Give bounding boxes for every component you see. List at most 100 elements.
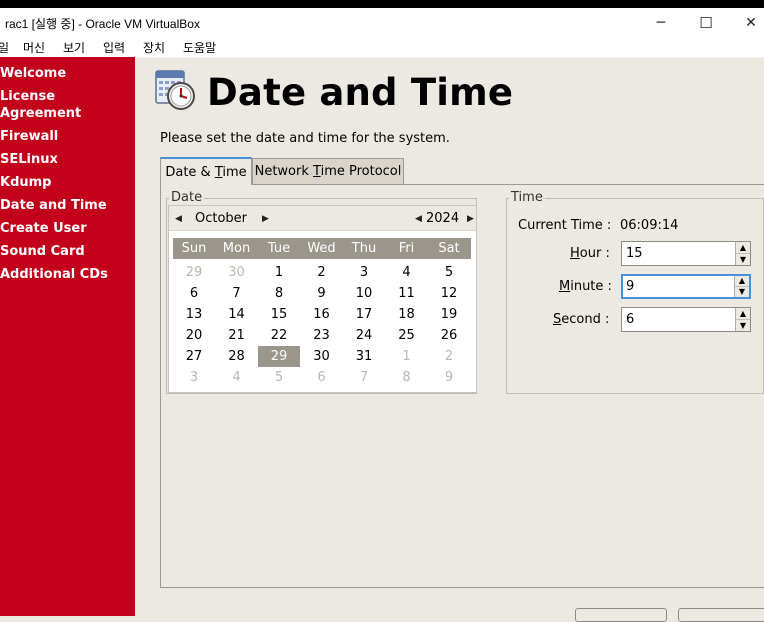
page-subtitle: Please set the date and time for the sys… <box>160 131 450 146</box>
calendar-day[interactable]: 8 <box>386 367 428 388</box>
hour-spin-buttons: ▲ ▼ <box>735 242 750 265</box>
calendar-day[interactable]: 1 <box>386 346 428 367</box>
prev-month-icon[interactable]: ◀ <box>175 214 182 224</box>
calendar-day[interactable]: 18 <box>386 304 428 325</box>
calendar-day[interactable]: 3 <box>173 367 215 388</box>
weekday-label: Sat <box>438 241 460 256</box>
calendar-day[interactable]: 30 <box>301 346 343 367</box>
tab-date-and-time[interactable]: Date & Time <box>160 157 252 185</box>
step-license-agreement: License Agreement <box>0 89 82 121</box>
second-decrement-icon[interactable]: ▼ <box>736 320 750 331</box>
calendar-day[interactable]: 14 <box>216 304 258 325</box>
step-additional-cds: Additional CDs <box>0 267 108 282</box>
calendar-day[interactable]: 31 <box>343 346 385 367</box>
calendar-day[interactable]: 17 <box>343 304 385 325</box>
minimize-button[interactable]: ─ <box>652 15 670 31</box>
calendar-day[interactable]: 19 <box>428 304 470 325</box>
calendar-day[interactable]: 28 <box>216 346 258 367</box>
calendar-day[interactable]: 30 <box>216 262 258 283</box>
tab-label-pre: Date & <box>165 165 215 180</box>
second-increment-icon[interactable]: ▲ <box>736 308 750 320</box>
calendar-day[interactable]: 4 <box>216 367 258 388</box>
back-button[interactable] <box>575 608 667 622</box>
calendar-day[interactable]: 26 <box>428 325 470 346</box>
calendar-day[interactable]: 16 <box>301 304 343 325</box>
minute-value: 9 <box>626 279 635 294</box>
next-month-icon[interactable]: ▶ <box>262 214 269 224</box>
weekday-label: Mon <box>222 241 251 256</box>
minute-decrement-icon[interactable]: ▼ <box>735 287 749 297</box>
calendar-day[interactable]: 7 <box>343 367 385 388</box>
minute-spin-buttons: ▲ ▼ <box>734 276 749 297</box>
current-time-label: Current Time : <box>518 218 612 233</box>
calendar-day[interactable]: 2 <box>301 262 343 283</box>
calendar-day[interactable]: 7 <box>216 283 258 304</box>
calendar-nav: ◀ October ▶ ◀ 2024 ▶ <box>169 206 476 231</box>
calendar-day[interactable]: 4 <box>386 262 428 283</box>
minute-spinbox[interactable]: 9 ▲ ▼ <box>621 274 751 299</box>
weekday-label: Tue <box>267 241 291 256</box>
step-sound-card: Sound Card <box>0 244 85 259</box>
screen-top-edge <box>0 0 764 8</box>
weekday-label: Thu <box>351 241 377 256</box>
calendar-day[interactable]: 20 <box>173 325 215 346</box>
calendar-day[interactable]: 5 <box>258 367 300 388</box>
calendar-day[interactable]: 21 <box>216 325 258 346</box>
hour-increment-icon[interactable]: ▲ <box>736 242 750 254</box>
step-kdump: Kdump <box>0 175 52 190</box>
calendar-day-selected[interactable]: 29 <box>258 346 300 367</box>
tab-network-time-protocol[interactable]: Network Time Protocol <box>252 158 404 184</box>
menu-item-help[interactable]: 도움말 <box>183 39 216 56</box>
prev-year-icon[interactable]: ◀ <box>415 214 422 224</box>
menu-item-devices[interactable]: 장치 <box>143 39 165 56</box>
calendar-day[interactable]: 8 <box>258 283 300 304</box>
hour-label: Hour : <box>570 246 610 261</box>
calendar-day[interactable]: 1 <box>258 262 300 283</box>
weekday-header: Sun Mon Tue Wed Thu Fri Sat <box>173 238 471 259</box>
calendar-day[interactable]: 5 <box>428 262 470 283</box>
calendar-day[interactable]: 29 <box>173 262 215 283</box>
weekday-label: Sun <box>181 241 207 256</box>
hour-decrement-icon[interactable]: ▼ <box>736 254 750 265</box>
menu-item-file[interactable]: 일 <box>0 39 9 56</box>
step-create-user: Create User <box>0 221 87 236</box>
menu-item-input[interactable]: 입력 <box>103 39 125 56</box>
calendar-day[interactable]: 22 <box>258 325 300 346</box>
second-label: Second : <box>553 312 609 327</box>
calendar-day[interactable]: 11 <box>386 283 428 304</box>
calendar-day[interactable]: 9 <box>301 283 343 304</box>
calendar-day[interactable]: 25 <box>386 325 428 346</box>
calendar-year: 2024 <box>426 211 460 226</box>
calendar-day[interactable]: 9 <box>428 367 470 388</box>
menu-item-view[interactable]: 보기 <box>63 39 85 56</box>
current-time-value: 06:09:14 <box>620 218 679 233</box>
minute-increment-icon[interactable]: ▲ <box>735 276 749 287</box>
hour-mnemonic: H <box>570 246 580 261</box>
hour-spinbox[interactable]: 15 ▲ ▼ <box>621 241 751 266</box>
weekday-label: Wed <box>307 241 336 256</box>
next-year-icon[interactable]: ▶ <box>467 214 474 224</box>
calendar-day[interactable]: 12 <box>428 283 470 304</box>
calendar-day[interactable]: 27 <box>173 346 215 367</box>
calendar-day[interactable]: 10 <box>343 283 385 304</box>
menu-item-machine[interactable]: 머신 <box>23 39 45 56</box>
calendar[interactable]: ◀ October ▶ ◀ 2024 ▶ Sun Mon Tue Wed Thu Fri S… <box>168 205 477 393</box>
hour-value: 15 <box>626 246 643 261</box>
calendar-day[interactable]: 13 <box>173 304 215 325</box>
step-date-and-time: Date and Time <box>0 198 107 213</box>
calendar-day[interactable]: 2 <box>428 346 470 367</box>
calendar-day[interactable]: 6 <box>173 283 215 304</box>
calendar-day[interactable]: 15 <box>258 304 300 325</box>
calendar-day[interactable]: 6 <box>301 367 343 388</box>
maximize-button[interactable]: ☐ <box>697 15 715 31</box>
tab-label-mnemonic: T <box>313 164 321 179</box>
calendar-day[interactable]: 3 <box>343 262 385 283</box>
close-button[interactable]: ✕ <box>742 15 760 31</box>
tab-label-pre: Network <box>254 164 314 179</box>
step-selinux: SELinux <box>0 152 58 167</box>
calendar-day[interactable]: 24 <box>343 325 385 346</box>
forward-button[interactable] <box>678 608 764 622</box>
calendar-day[interactable]: 23 <box>301 325 343 346</box>
second-spinbox[interactable]: 6 ▲ ▼ <box>621 307 751 332</box>
weekday-label: Fri <box>398 241 415 256</box>
